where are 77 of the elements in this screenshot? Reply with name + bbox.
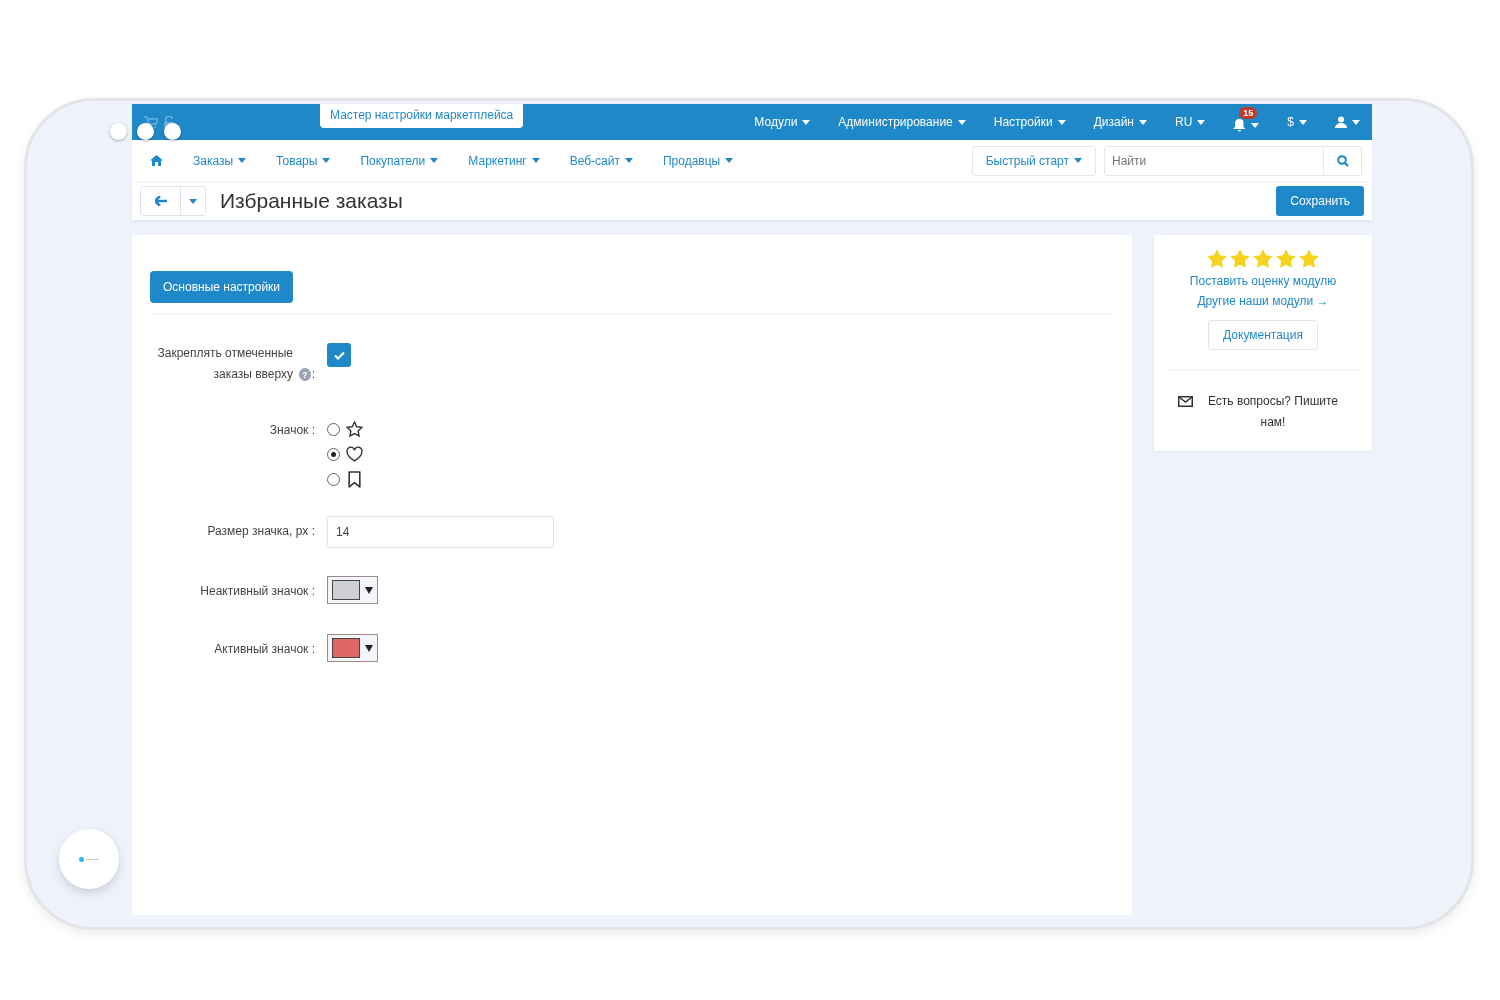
caret-icon [365, 644, 373, 652]
notifications-button[interactable]: 15 [1233, 106, 1260, 132]
search-field[interactable]: Найти [1104, 145, 1324, 176]
bell-icon [1233, 118, 1247, 132]
caret-icon [802, 119, 811, 125]
star-icon [1253, 249, 1273, 268]
frame-dot [110, 123, 127, 140]
caret-icon [725, 158, 734, 163]
icon-radio[interactable] [327, 423, 340, 436]
save-button[interactable]: Сохранить [1276, 186, 1364, 216]
search-button[interactable] [1324, 145, 1362, 176]
colon: : [311, 366, 315, 383]
menu-dropdown[interactable]: RU [1174, 115, 1206, 129]
caret-icon [430, 158, 439, 163]
documentation-button[interactable]: Документация [1208, 320, 1318, 350]
caret-icon [322, 158, 331, 163]
color-picker[interactable] [327, 576, 378, 604]
caret-icon [1074, 158, 1082, 163]
back-button[interactable] [141, 187, 181, 215]
icon-radio[interactable] [327, 473, 340, 486]
caret-icon [189, 198, 197, 204]
widget-logo-icon [79, 856, 99, 862]
star-icon [1230, 249, 1250, 268]
caret-icon [1197, 119, 1206, 125]
menu-dropdown[interactable]: Дизайн [1093, 115, 1147, 129]
user-menu-button[interactable] [1335, 116, 1360, 128]
caret-icon [1057, 119, 1066, 125]
search-icon [1336, 154, 1349, 167]
star-icon [1299, 249, 1319, 268]
bookmark-icon [346, 471, 363, 488]
user-icon [1335, 116, 1347, 128]
caret-icon [624, 158, 633, 163]
nav-menu-link[interactable]: Маркетинг [468, 153, 540, 168]
icon-label: Значок : [268, 422, 315, 439]
cart-icon[interactable] [144, 115, 158, 129]
menu-dropdown[interactable]: $ [1287, 115, 1307, 129]
color-label: Активный значок : [213, 641, 315, 658]
caret-icon [1352, 119, 1360, 125]
nav-menu-link[interactable]: Товары [276, 153, 331, 168]
left-arrow-icon [154, 196, 167, 206]
quick-start-button[interactable]: Быстрый старт [971, 145, 1096, 176]
nav-menu-link[interactable]: Покупатели [360, 153, 439, 168]
home-icon[interactable] [150, 155, 163, 166]
nav-menu-link[interactable]: Заказы [193, 153, 247, 168]
icon-size-label: Размер значка, px : [206, 523, 315, 540]
caret-icon [957, 119, 966, 125]
notification-count-badge: 15 [1239, 106, 1258, 119]
menu-dropdown[interactable]: Администрирование [838, 115, 966, 129]
other-modules-link[interactable]: Другие наши модули → [1197, 294, 1329, 308]
star-icon [346, 421, 363, 438]
caret-icon [238, 158, 247, 163]
settings-tab[interactable]: Основные настройки [150, 271, 294, 303]
help-icon[interactable]: ? [299, 368, 311, 381]
pin-orders-label: Закреплять отмеченные заказы вверху [156, 345, 294, 383]
menu-dropdown[interactable]: Настройки [993, 115, 1066, 129]
menu-dropdown[interactable]: Модули [754, 115, 811, 129]
contact-text: Есть вопросы? Пишите нам! [1206, 393, 1339, 431]
caret-icon [1299, 119, 1307, 125]
check-icon [333, 350, 345, 360]
caret-icon [531, 158, 540, 163]
setup-wizard-button[interactable]: Мастер настройки маркетплейса [320, 104, 524, 128]
nav-menu-link[interactable]: Продавцы [662, 153, 734, 168]
icon-size-field[interactable]: 14 [327, 516, 554, 548]
envelope-icon [1178, 396, 1193, 407]
caret-icon [1251, 122, 1260, 128]
color-label: Неактивный значок : [199, 583, 315, 600]
icon-radio[interactable] [327, 448, 340, 461]
rate-module-link[interactable]: Поставить оценку модулю [1189, 274, 1337, 288]
nav-menu-link[interactable]: Веб-сайт [569, 153, 633, 168]
star-icon [1276, 249, 1296, 268]
pin-checkbox[interactable] [327, 343, 351, 367]
page-title: Избранные заказы [220, 189, 403, 213]
color-picker[interactable] [327, 634, 378, 662]
caret-icon [365, 586, 373, 594]
star-icon [1207, 249, 1227, 268]
heart-icon [346, 446, 363, 463]
caret-icon [1138, 119, 1147, 125]
